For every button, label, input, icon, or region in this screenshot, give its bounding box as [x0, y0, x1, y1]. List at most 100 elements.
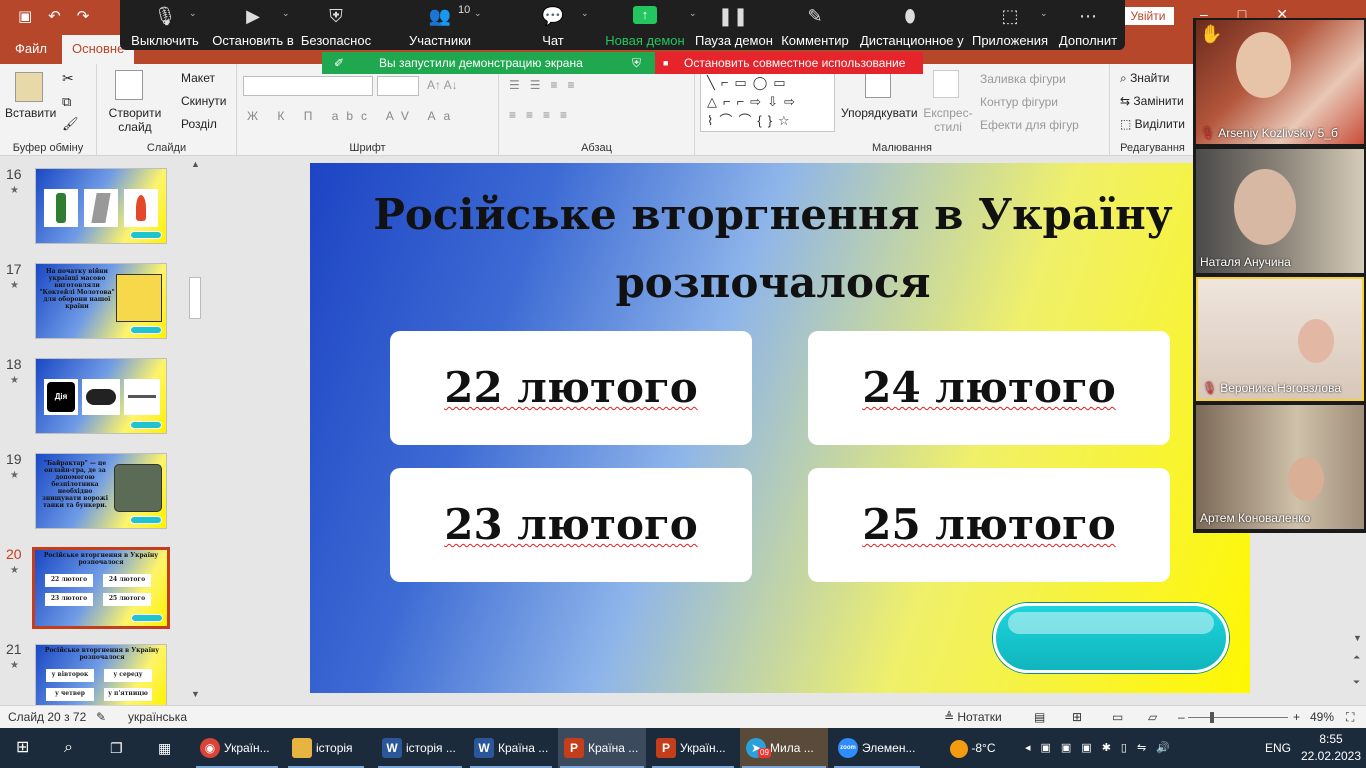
calculator-icon[interactable]: ▦ — [158, 728, 171, 768]
scroll-down-icon[interactable]: ▼ — [191, 689, 200, 699]
slide-thumbnail-17[interactable]: На початку війни українці масово виготов… — [35, 263, 167, 339]
slide-thumbnail-21[interactable]: Російське вторгнення в Україну розпочало… — [35, 644, 167, 705]
format-painter-icon[interactable]: 🖌 — [62, 116, 79, 132]
remote-control-button[interactable]: ⬮ Дистанционное у — [860, 0, 964, 50]
participants-button[interactable]: 👥 10 ⌄ Участники — [400, 0, 482, 50]
taskbar-app-zoom[interactable]: zoom Элемен... — [832, 728, 922, 768]
shape-fill-button[interactable]: Заливка фігури — [980, 72, 1066, 86]
security-button[interactable]: ⛨ Безопаснос — [300, 0, 372, 50]
next-slide-button[interactable] — [993, 603, 1229, 673]
chevron-down-icon[interactable]: ⌄ — [282, 8, 290, 19]
current-slide[interactable]: Російське вторгнення в Україну розпочало… — [310, 163, 1250, 693]
taskbar-app-folder[interactable]: історія — [286, 728, 366, 768]
thumbnails-scrollbar[interactable]: ▲ ▼ — [187, 157, 205, 705]
shape-outline-button[interactable]: Контур фігури — [980, 95, 1058, 109]
answer-box-24-february[interactable]: 24 лютого — [808, 331, 1170, 445]
pin-icon[interactable]: ✐ — [334, 52, 344, 74]
zoom-in-icon[interactable]: + — [1293, 710, 1300, 724]
pause-share-button[interactable]: ❚❚ Пауза демон — [695, 0, 773, 50]
font-size-select[interactable] — [377, 76, 419, 96]
chevron-down-icon[interactable]: ⌄ — [474, 8, 482, 19]
slide-thumbnail-20[interactable]: Російське вторгнення в Україну розпочало… — [32, 547, 170, 629]
chevron-down-icon[interactable]: ⌄ — [1040, 8, 1048, 19]
quick-styles-button[interactable]: Експрес-стилі — [923, 106, 973, 134]
copy-icon[interactable]: ⧉ — [62, 94, 71, 110]
reset-button[interactable]: Скинути — [181, 94, 226, 108]
select-button[interactable]: ⬚ Виділити — [1120, 117, 1185, 131]
weather-widget[interactable]: -8°C — [950, 728, 995, 768]
apps-button[interactable]: ⬚ ⌄ Приложения — [970, 0, 1050, 50]
scroll-down-icon[interactable]: ▼ — [1353, 633, 1362, 643]
taskbar-app-powerpoint[interactable]: P Країна ... — [558, 728, 646, 768]
zoom-slider-knob[interactable] — [1210, 712, 1214, 723]
scroll-up-icon[interactable]: ▲ — [191, 159, 200, 169]
quick-access-toolbar[interactable]: ▣↶↷ — [18, 7, 105, 25]
zoom-slider[interactable] — [1188, 712, 1288, 723]
shape-effects-button[interactable]: Ефекти для фігур — [980, 118, 1079, 132]
font-format-buttons[interactable]: Ж К П abc AV Aa — [247, 109, 458, 123]
task-view-icon[interactable]: ❐ — [110, 728, 123, 768]
quick-styles-icon[interactable] — [933, 70, 959, 98]
answer-box-22-february[interactable]: 22 лютого — [390, 331, 752, 445]
slide-sorter-icon[interactable]: ⊞ — [1072, 710, 1082, 724]
system-tray-icons[interactable]: ◂▣▣▣✱▯⇋🔊 — [1025, 728, 1180, 768]
cut-icon[interactable]: ✂ — [62, 70, 74, 87]
participant-video-active-speaker[interactable]: 🎙 Вероника Нэговзлова — [1196, 277, 1364, 401]
shapes-gallery[interactable]: ╲⌐▭◯▭ △⌐⌐⇨⇩⇨ ⌇⌒⌒{}☆ — [700, 72, 835, 132]
paste-button[interactable]: Вставити — [5, 106, 56, 120]
tab-file[interactable]: Файл — [15, 41, 47, 56]
slide-thumbnail-16[interactable] — [35, 168, 167, 244]
language-indicator[interactable]: українська — [128, 710, 187, 724]
mute-button[interactable]: 🎙 ⌄ Выключить — [125, 0, 205, 50]
notes-button[interactable]: ≜ Нотатки — [944, 710, 1002, 724]
participant-video[interactable]: Наталя Анучина — [1196, 149, 1364, 273]
paste-icon[interactable] — [15, 72, 43, 102]
more-button[interactable]: ⋯ Дополнит — [1055, 0, 1121, 50]
arrange-button[interactable]: Упорядкувати — [841, 106, 918, 120]
annotate-button[interactable]: ✎ Комментир — [780, 0, 850, 50]
answer-box-23-february[interactable]: 23 лютого — [390, 468, 752, 582]
participant-video[interactable]: Артем Коноваленко — [1196, 405, 1364, 529]
sign-in-button[interactable]: Увійти — [1122, 7, 1174, 25]
chevron-down-icon[interactable]: ⌄ — [189, 8, 197, 19]
slide-thumbnail-18[interactable]: Дія — [35, 358, 167, 434]
fit-to-window-icon[interactable]: ⛶ — [1346, 710, 1354, 725]
align-buttons-icon[interactable]: ≡≡≡≡ — [509, 108, 577, 122]
find-button[interactable]: ⌕ Знайти — [1120, 71, 1170, 86]
new-slide-icon[interactable] — [115, 70, 143, 100]
replace-button[interactable]: ⇆ Замінити — [1120, 94, 1184, 108]
stop-video-button[interactable]: ▶ ⌄ Остановить в — [210, 0, 296, 50]
input-language[interactable]: ENG — [1265, 728, 1291, 768]
accessibility-icon[interactable]: ✎ — [96, 710, 106, 724]
normal-view-icon[interactable]: ▤ — [1034, 710, 1045, 724]
arrange-icon[interactable] — [865, 70, 891, 98]
windows-start-icon[interactable]: ⊞ — [16, 728, 29, 768]
slideshow-icon[interactable]: ▱ — [1148, 710, 1157, 724]
font-family-select[interactable] — [243, 76, 373, 96]
previous-slide-icon[interactable]: ⏶ — [1353, 652, 1360, 663]
layout-button[interactable]: Макет — [181, 71, 215, 85]
taskbar-app-powerpoint[interactable]: P Україн... — [650, 728, 736, 768]
taskbar-app-telegram[interactable]: ➤ 09 Мила ... — [740, 728, 828, 768]
reading-view-icon[interactable]: ▭ — [1112, 710, 1123, 724]
taskbar-clock[interactable]: 8:55 22.02.2023 — [1300, 731, 1362, 765]
new-slide-button[interactable]: Створити слайд — [104, 106, 166, 134]
next-slide-icon[interactable]: ⏷ — [1353, 677, 1360, 688]
section-button[interactable]: Розділ — [181, 117, 217, 131]
zoom-level[interactable]: 49% — [1310, 710, 1334, 724]
slide-title[interactable]: Російське вторгнення в Україну розпочало… — [310, 181, 1236, 317]
taskbar-app-word[interactable]: Wісторія ... — [376, 728, 464, 768]
chat-button[interactable]: 💬 ⌄ Чат — [525, 0, 589, 50]
taskbar-app-chrome[interactable]: ◉ Україн... — [194, 728, 280, 768]
font-size-arrows-icon[interactable]: A↑ A↓ — [427, 78, 458, 92]
stop-share-button[interactable]: ■ Остановить совместное использование — [655, 52, 923, 74]
new-share-button[interactable]: ↑ ⌄ Новая демон — [605, 0, 697, 50]
slide-thumbnail-19[interactable]: "Байрактар" — це онлайн-гра, де за допом… — [35, 453, 167, 529]
chevron-down-icon[interactable]: ⌄ — [581, 8, 589, 19]
list-buttons-icon[interactable]: ☰☰≡≡ — [509, 78, 585, 92]
zoom-out-icon[interactable]: – — [1178, 710, 1185, 724]
scroll-thumb[interactable] — [189, 277, 201, 319]
taskbar-app-word[interactable]: W Країна ... — [468, 728, 554, 768]
search-icon[interactable]: ⌕ — [64, 728, 73, 768]
participant-video[interactable]: ✋ 🎙 Arseniy Kozlivskiy 5_б — [1196, 20, 1364, 144]
